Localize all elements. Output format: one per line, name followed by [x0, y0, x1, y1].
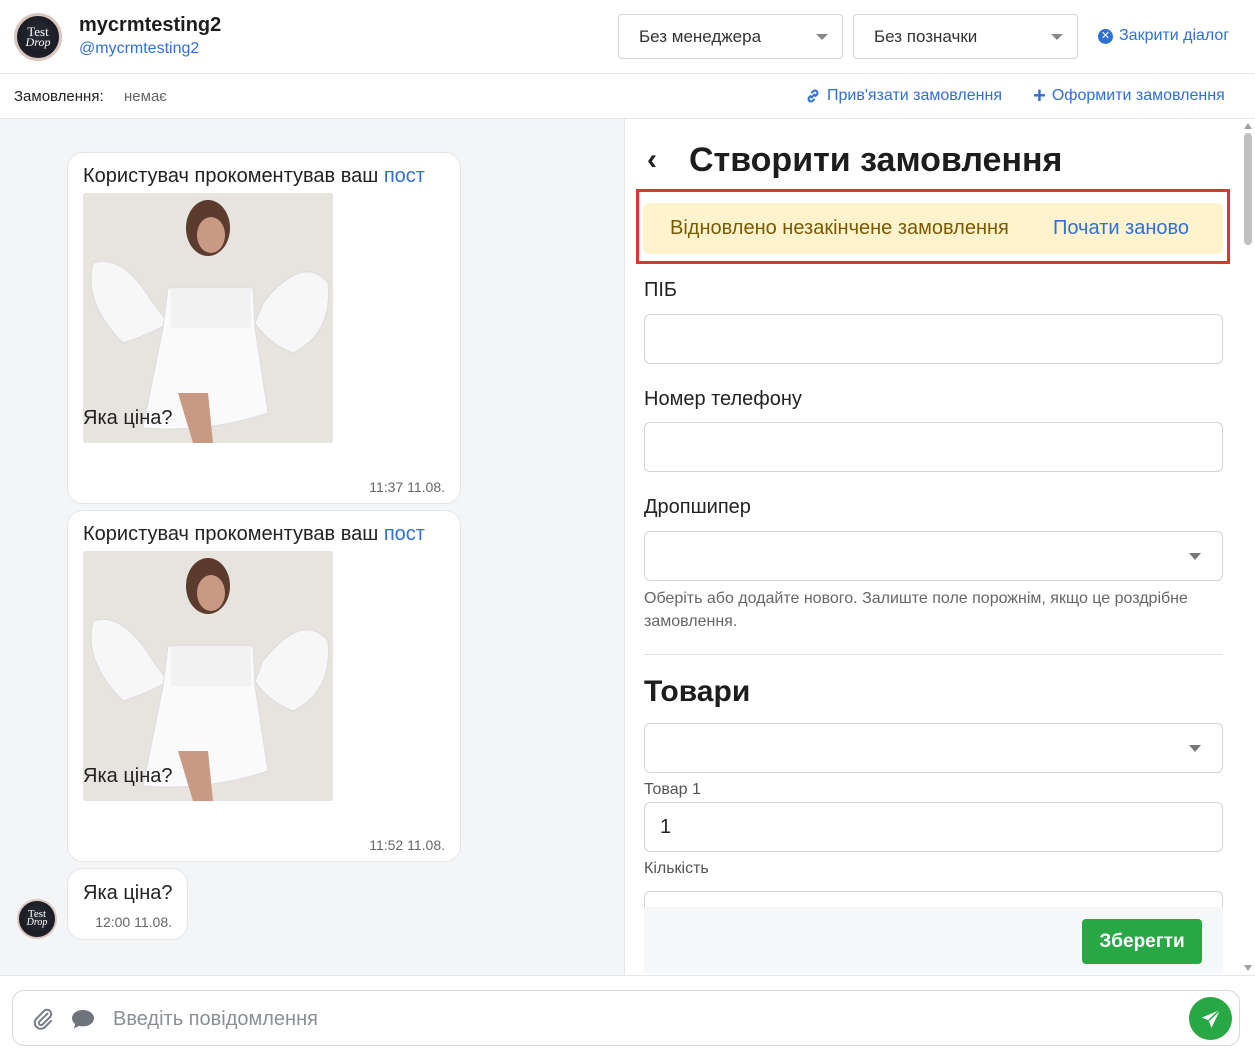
message-time: 12:00 11.08.: [95, 914, 172, 930]
chevron-down-icon: [816, 34, 828, 40]
chevron-down-icon: [1051, 34, 1063, 40]
restart-order-link[interactable]: Почати заново: [1053, 217, 1189, 240]
create-order-label: Оформити замовлення: [1051, 87, 1225, 104]
orders-bar: Замовлення: немає Прив'язати замовлення …: [0, 74, 1255, 119]
message-caption: Яка ціна?: [83, 882, 173, 904]
close-dialog-button[interactable]: ✕ Закрити діалог: [1098, 27, 1229, 45]
post-image[interactable]: [83, 193, 333, 443]
user-name: mycrmtesting2: [79, 14, 222, 36]
quantity-value: 1: [660, 815, 672, 838]
products-title: Товари: [644, 675, 751, 708]
chevron-down-icon: [1189, 745, 1201, 752]
message-bubble: Користувач прокоментував ваш пост Яка ці…: [67, 510, 461, 862]
product-label: Товар 1: [644, 781, 701, 798]
chat-header: Test Drop mycrmtesting2 @mycrmtesting2 Б…: [0, 0, 1255, 74]
chat-bubble-icon[interactable]: [71, 1008, 95, 1030]
user-avatar[interactable]: Test Drop: [14, 13, 62, 61]
message-time: 11:52 11.08.: [369, 837, 445, 853]
composer-box: [12, 990, 1240, 1046]
panel-scrollbar[interactable]: [1241, 119, 1255, 975]
section-divider: [644, 654, 1223, 655]
full-name-label: ПІБ: [644, 279, 678, 301]
chat-messages[interactable]: Користувач прокоментував ваш пост Яка ці…: [0, 119, 624, 975]
post-link[interactable]: пост: [384, 523, 425, 545]
quantity-label: Кількість: [644, 860, 709, 877]
message-time: 11:37 11.08.: [369, 479, 445, 495]
message-text: Користувач прокоментував ваш пост: [83, 523, 425, 546]
paperclip-icon[interactable]: [31, 1007, 55, 1031]
close-circle-icon: ✕: [1098, 28, 1113, 44]
dropshipper-select[interactable]: [644, 531, 1223, 581]
message-caption: Яка ціна?: [83, 765, 173, 787]
send-plane-icon: [1201, 1008, 1221, 1028]
manager-select[interactable]: Без менеджера: [618, 14, 843, 59]
orders-label: Замовлення:: [14, 88, 104, 105]
manager-select-value: Без менеджера: [639, 26, 762, 46]
alert-text: Відновлено незакінчене замовлення: [670, 217, 1009, 239]
full-name-input[interactable]: [644, 314, 1223, 364]
panel-footer: Зберегти: [644, 907, 1223, 973]
scroll-down-arrow-icon[interactable]: [1244, 965, 1252, 971]
create-order-button[interactable]: + Оформити замовлення: [1033, 83, 1225, 108]
save-button[interactable]: Зберегти: [1082, 919, 1202, 964]
label-select[interactable]: Без позначки: [853, 14, 1078, 59]
link-icon: [807, 89, 819, 103]
scroll-up-arrow-icon[interactable]: [1244, 123, 1252, 129]
avatar-logo-text-2: Drop: [25, 35, 51, 50]
dropshipper-label: Дропшипер: [644, 496, 751, 518]
post-image[interactable]: [83, 551, 333, 801]
user-handle-link[interactable]: @mycrmtesting2: [79, 40, 199, 58]
restored-order-alert: Відновлено незакінчене замовлення Почати…: [643, 203, 1223, 254]
send-button[interactable]: [1189, 997, 1232, 1040]
link-order-button[interactable]: Прив'язати замовлення: [805, 87, 1002, 105]
label-select-value: Без позначки: [874, 26, 978, 46]
message-composer: [0, 975, 1255, 1057]
scrollbar-thumb[interactable]: [1244, 133, 1252, 245]
message-bubble: Користувач прокоментував ваш пост Яка ці…: [67, 152, 461, 504]
message-caption: Яка ціна?: [83, 407, 173, 429]
orders-value: немає: [124, 88, 167, 105]
product-select[interactable]: [644, 723, 1223, 773]
phone-input[interactable]: [644, 422, 1223, 472]
panel-title: Створити замовлення: [689, 141, 1063, 179]
post-link[interactable]: пост: [384, 165, 425, 187]
dropshipper-hint: Оберіть або додайте нового. Залиште поле…: [644, 590, 1188, 630]
message-text-prefix: Користувач прокоментував ваш: [83, 165, 379, 187]
message-text: Користувач прокоментував ваш пост: [83, 165, 425, 188]
message-text-prefix: Користувач прокоментував ваш: [83, 523, 379, 545]
link-order-label: Прив'язати замовлення: [827, 87, 1002, 104]
create-order-panel[interactable]: ‹ Створити замовлення Відновлено незакін…: [624, 119, 1255, 975]
back-chevron-icon[interactable]: ‹: [647, 145, 657, 175]
chevron-down-icon: [1189, 553, 1201, 560]
sender-avatar: Test Drop: [17, 899, 57, 939]
close-dialog-label: Закрити діалог: [1119, 27, 1230, 44]
plus-icon: +: [1033, 83, 1046, 108]
message-bubble: Яка ціна? 12:00 11.08.: [67, 868, 188, 940]
phone-label: Номер телефону: [644, 388, 802, 410]
quantity-input[interactable]: 1: [644, 802, 1223, 852]
message-input[interactable]: [113, 999, 1173, 1039]
avatar-logo-text-2: Drop: [26, 917, 48, 929]
